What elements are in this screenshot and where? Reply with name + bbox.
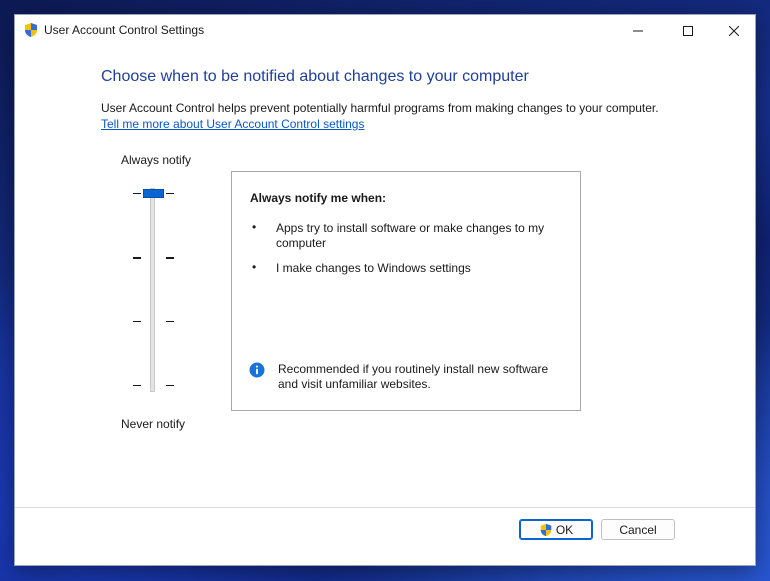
level-description-panel: Always notify me when: • Apps try to ins… <box>231 171 581 411</box>
description-text: User Account Control helps prevent poten… <box>101 101 659 115</box>
panel-bullet: Apps try to install software or make cha… <box>276 221 545 250</box>
slider-tick <box>133 257 141 259</box>
ok-button[interactable]: OK <box>519 519 593 540</box>
slider-track[interactable] <box>150 188 155 392</box>
slider-thumb[interactable] <box>143 189 164 198</box>
slider-tick <box>133 193 141 194</box>
slider-tick <box>133 321 141 322</box>
close-button[interactable] <box>711 15 757 46</box>
panel-title: Always notify me when: <box>250 191 387 205</box>
uac-shield-icon <box>540 523 552 536</box>
close-icon <box>729 25 739 36</box>
slider-top-label: Always notify <box>121 153 192 167</box>
cancel-button[interactable]: Cancel <box>601 519 675 540</box>
slider-tick <box>166 257 174 259</box>
recommendation-note: Recommended if you routinely install new… <box>278 362 549 391</box>
slider-tick <box>166 321 174 322</box>
learn-more-link[interactable]: Tell me more about User Account Control … <box>101 117 364 131</box>
slider-tick <box>166 193 174 194</box>
slider-tick <box>133 385 141 386</box>
info-icon <box>249 362 265 378</box>
window-title: User Account Control Settings <box>44 23 205 37</box>
title-bar[interactable]: User Account Control Settings <box>15 15 755 46</box>
page-heading: Choose when to be notified about changes… <box>101 68 529 85</box>
bullet-dot: • <box>252 260 257 274</box>
minimize-icon <box>633 30 643 31</box>
minimize-button[interactable] <box>615 15 661 46</box>
bullet-dot: • <box>252 220 257 234</box>
slider-bottom-label: Never notify <box>121 417 186 431</box>
uac-settings-window: User Account Control Settings Choose whe… <box>14 14 756 566</box>
panel-bullet: I make changes to Windows settings <box>276 261 471 275</box>
slider-tick <box>166 385 174 386</box>
maximize-icon <box>683 25 693 36</box>
maximize-button[interactable] <box>665 15 711 46</box>
uac-shield-icon <box>25 23 37 37</box>
footer-divider <box>15 507 755 508</box>
ok-button-label: OK <box>555 522 574 537</box>
